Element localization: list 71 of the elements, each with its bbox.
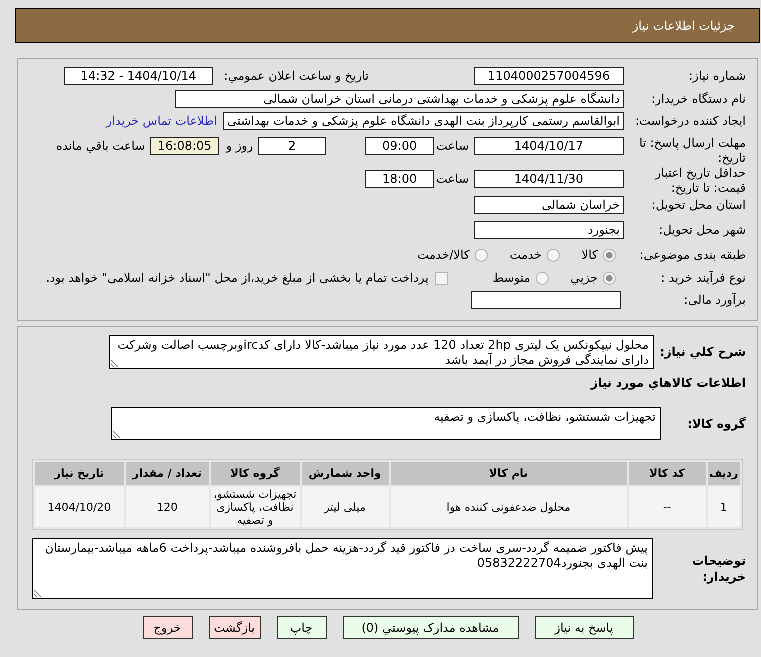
column-header: تعداد / مقدار <box>126 462 209 485</box>
requester-field[interactable]: ابوالقاسم رستمی کارپرداز بنت الهدی دانشگاه علوم پزشکی و خدمات بهداشتی <box>223 112 624 130</box>
table-cell: -- <box>628 487 706 527</box>
field-label: مهلت ارسال پاسخ: تا تاریخ: <box>638 136 746 166</box>
validity-date-field[interactable]: 1404/11/30 <box>474 170 624 188</box>
time-label: ساعت <box>436 171 469 188</box>
print-button[interactable]: چاپ <box>276 616 326 639</box>
radio-label: کالا/خدمت <box>418 248 470 262</box>
field-label: برآورد مالی: <box>683 292 746 309</box>
radio-button[interactable] <box>546 248 560 262</box>
table-cell: میلی لیتر <box>302 487 389 527</box>
field-label: شماره نیاز: <box>688 68 746 85</box>
field-label: شهر محل تحویل: <box>658 222 746 239</box>
field-label: توضیحات خریدار: <box>691 552 746 584</box>
radio-button[interactable] <box>536 272 549 284</box>
deadline-time-field[interactable]: 09:00 <box>365 137 434 155</box>
table-cell: تجهیزات شستشو، نظافت، پاکسازی و تصفیه <box>210 487 300 527</box>
table-cell: محلول ضدعفونی کننده هوا <box>390 487 627 527</box>
field-label: استان محل تحویل: <box>650 197 746 214</box>
column-header: گروه کالا <box>210 462 300 485</box>
field-label: حداقل تاریخ اعتبار قیمت: تا تاریخ: <box>654 166 746 196</box>
field-label: شرح کلي نياز: <box>659 345 746 359</box>
back-button[interactable]: بازگشت <box>208 616 260 639</box>
deadline-date-field[interactable]: 1404/10/17 <box>474 137 624 155</box>
time-label: ساعت <box>436 138 469 155</box>
column-header: نام کالا <box>390 462 627 485</box>
radio-button[interactable] <box>603 248 616 262</box>
field-label: تاریخ و ساعت اعلان عمومي: <box>224 68 369 85</box>
table-cell: 120 <box>126 487 209 527</box>
column-header: تاریخ نیاز <box>35 462 124 485</box>
announce-date-field[interactable]: 1404/10/14 - 14:32 <box>64 67 214 85</box>
radio-label: جزیي <box>570 271 598 285</box>
field-label: ایجاد کننده درخواست: <box>634 113 746 130</box>
table-cell: 1404/10/20 <box>35 487 124 527</box>
resize-grip-icon[interactable] <box>111 359 119 367</box>
buyer-name-field[interactable]: دانشگاه علوم پزشکی و خدمات بهداشتی درمانی استان خراسان شمالی <box>175 90 624 108</box>
days-field[interactable]: 2 <box>258 137 326 155</box>
remaining-label: ساعت باقي مانده <box>56 138 146 155</box>
reply-button[interactable]: پاسخ به نیاز <box>534 616 634 639</box>
column-header: ردیف <box>708 462 740 485</box>
section-title: اطلاعات کالاهاي مورد نياز <box>590 375 746 391</box>
table-cell: 1 <box>708 487 740 527</box>
contact-link[interactable]: اطلاعات تماس خریدار <box>106 112 218 130</box>
field-label: نوع فرآیند خرید : <box>660 270 746 287</box>
attachments-button[interactable]: مشاهده مدارک پیوستي (0) <box>342 616 518 639</box>
goods-group-box[interactable]: تجهیزات شستشو، نظافت، پاکسازی و تصفیه <box>111 407 661 440</box>
city-field[interactable]: بجنورد <box>474 221 624 239</box>
exit-button[interactable]: خروج <box>142 616 192 639</box>
remaining-time-field[interactable]: 16:08:05 <box>150 137 220 155</box>
column-header: کد کالا <box>628 462 706 485</box>
description-box[interactable]: محلول نیپکونکس یک لیتری 2hp تعداد 120 عدد مورد نیاز میباشد-کالا دارای کدircوبرچسب اصالت وشرکت دارای نمایندگی فروش مجاز در آیمد باشد <box>109 335 654 369</box>
resize-grip-icon[interactable] <box>34 589 42 597</box>
column-header: واحد شمارش <box>302 462 389 485</box>
estimate-field[interactable] <box>471 291 621 309</box>
validity-time-field[interactable]: 18:00 <box>365 170 434 188</box>
radio-label: خدمت <box>510 248 542 262</box>
field-label: گروه کالا: <box>686 416 746 430</box>
field-label: نام دستگاه خریدار: <box>650 91 746 108</box>
province-field[interactable]: خراسان شمالی <box>474 196 624 214</box>
notes-box[interactable]: پیش فاکتور ضمیمه گردد-سری ساخت در فاکتور قید گردد-هزینه حمل بافروشنده میباشد-پرداخت 6ماهه میباشد-بیمارستان بنت الهدی بجنورد05832222704 <box>32 538 653 599</box>
checkbox-label: پرداخت تمام یا بخشی از مبلغ خرید،از محل "اسناد خزانه اسلامی" خواهد بود. <box>46 270 429 287</box>
resize-grip-icon[interactable] <box>113 430 121 438</box>
days-label: روز و <box>226 138 254 155</box>
radio-button[interactable] <box>474 248 488 262</box>
field-label: طبقه بندی موضوعی: <box>638 247 746 264</box>
radio-label: متوسط <box>492 271 531 285</box>
need-number-field[interactable]: 1104000257004596 <box>474 67 624 85</box>
page-title: جزئیات اطلاعات نیاز <box>632 18 735 32</box>
checkbox[interactable] <box>434 272 448 284</box>
radio-label: کالا <box>582 248 598 262</box>
radio-button[interactable] <box>603 272 616 284</box>
